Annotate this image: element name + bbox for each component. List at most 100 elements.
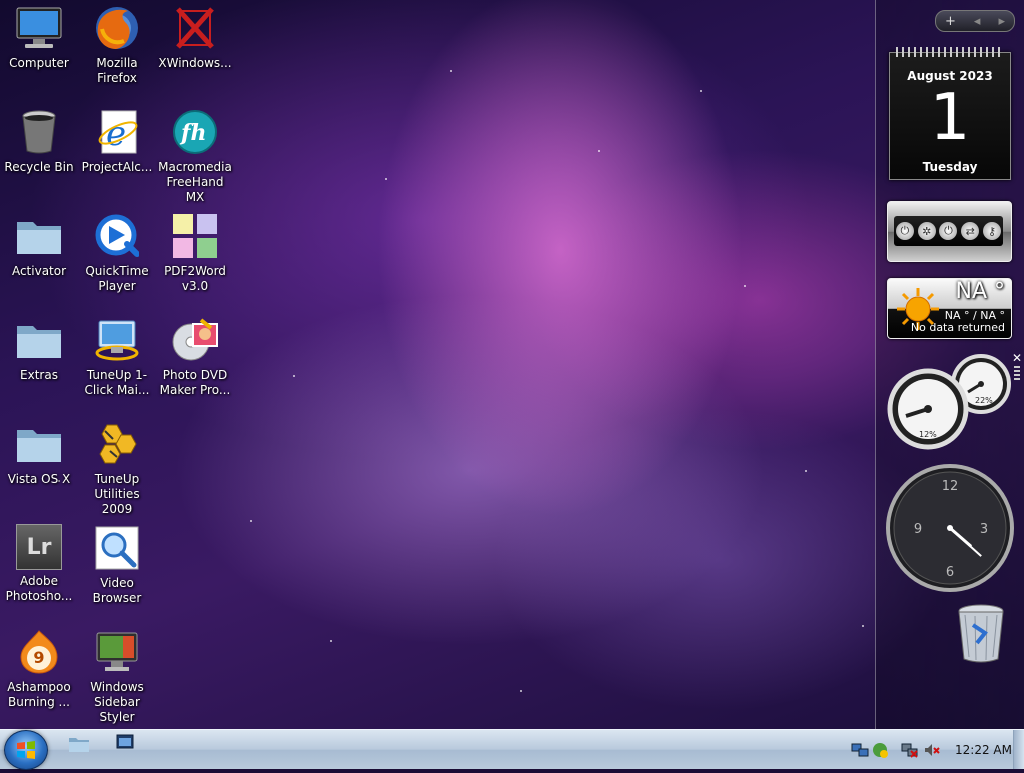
calendar-rings [896, 47, 1004, 57]
network-disconnected-icon[interactable] [901, 741, 919, 759]
weather-gadget[interactable]: NA ° NA ° / NA ° No data returned [887, 278, 1012, 339]
desktop-icon-label: Mozilla Firefox [96, 56, 138, 85]
ashampoo-icon: 9 [15, 628, 63, 676]
add-gadget-button[interactable]: + [945, 14, 956, 29]
desktop-icon-extras[interactable]: Extras [1, 316, 77, 383]
desktop-icon-label: PDF2Word v3.0 [164, 264, 226, 293]
desktop-icon-projectalc[interactable]: e ProjectAlc... [79, 108, 155, 175]
desktop-icon-label: TuneUp Utilities 2009 [94, 472, 140, 516]
computer-icon [15, 4, 63, 52]
recycle-bin-icon [958, 604, 1004, 663]
folder-icon [15, 212, 63, 260]
star [293, 375, 295, 377]
desktop-icon-adobe-photoshop[interactable]: Lr Adobe Photosho... [1, 524, 77, 604]
star [744, 285, 746, 287]
standby-icon[interactable]: ⏻ [939, 222, 958, 240]
desktop-icon-label: TuneUp 1-Click Mai... [84, 368, 150, 397]
network-icon[interactable] [851, 741, 869, 759]
folder-icon [69, 738, 89, 752]
clock-face: 12 3 6 9 [886, 464, 1014, 592]
video-browser-icon [93, 524, 141, 572]
ashampoo-glyph: 9 [33, 647, 45, 667]
desktop-icon-photo-dvd-maker[interactable]: Photo DVD Maker Pro... [157, 316, 233, 398]
desktop-icon-label: Macromedia FreeHand MX [158, 160, 232, 204]
star [450, 70, 452, 72]
previous-page-button[interactable]: ◂ [974, 14, 981, 29]
desktop-icon-tuneup-1click[interactable]: TuneUp 1-Click Mai... [79, 316, 155, 398]
windows-logo-icon [17, 741, 35, 759]
desktop[interactable]: Computer Recycle Bin Activator Extras Vi… [0, 0, 1024, 729]
desktop-icon-label: Adobe Photosho... [5, 574, 73, 603]
shutdown-button-bar: ⏻ ✲ ⏻ ⇄ ⚷ [894, 216, 1003, 246]
desktop-icon-label: Windows Sidebar Styler [90, 680, 144, 724]
desktop-icon-firefox[interactable]: Mozilla Firefox [79, 4, 155, 86]
desktop-icon-vista-os-x[interactable]: Vista OS X [1, 420, 77, 487]
desktop-icon-xwindows[interactable]: XWindows... [157, 4, 233, 71]
recycle-bin-icon [15, 108, 63, 156]
desktop-icon-pdf2word[interactable]: PDF2Word v3.0 [157, 212, 233, 294]
desktop-icon-label: XWindows... [158, 56, 232, 70]
freehand-icon: fh [171, 108, 219, 156]
svg-text:e: e [106, 114, 126, 154]
cpu-meter-dials [887, 354, 1011, 450]
desktop-icon-label: Video Browser [92, 576, 142, 605]
clock-gadget[interactable]: 12 3 6 9 [885, 463, 1015, 593]
desktop-icon-quicktime[interactable]: QuickTime Player [79, 212, 155, 294]
calendar-gadget[interactable]: August 2023 1 Tuesday [889, 47, 1011, 180]
desktop-icon-label: Recycle Bin [4, 160, 74, 174]
star [805, 470, 807, 472]
desktop-window-icon [116, 734, 134, 749]
desktop-icon-label: Computer [9, 56, 69, 70]
cpu-meter-gadget[interactable]: 22% 12% [886, 354, 1016, 454]
internet-explorer-icon: e [93, 108, 141, 156]
pdf2word-icon [171, 212, 219, 260]
desktop-icon-label: Ashampoo Burning ... [7, 680, 71, 709]
clock-numeral-3: 3 [980, 522, 988, 537]
shutdown-gadget: ⏻ ✲ ⏻ ⇄ ⚷ [887, 201, 1012, 262]
memory-usage-label: 22% [975, 396, 993, 405]
weather-temperature: NA ° [955, 279, 1006, 304]
firefox-icon [93, 4, 141, 52]
show-desktop-taskbar-button[interactable] [116, 734, 140, 758]
sidebar-styler-icon [93, 628, 141, 676]
desktop-icon-computer[interactable]: Computer [1, 4, 77, 71]
volume-muted-icon[interactable] [923, 741, 941, 759]
desktop-icon-video-browser[interactable]: Video Browser [79, 524, 155, 606]
desktop-icon-tuneup-utilities[interactable]: TuneUp Utilities 2009 [79, 420, 155, 517]
folder-icon [15, 316, 63, 364]
show-desktop-button[interactable] [1013, 730, 1024, 769]
desktop-icon-label: Vista OS X [7, 472, 71, 486]
security-shield-icon[interactable] [871, 741, 889, 759]
desktop-icon-sidebar-styler[interactable]: Windows Sidebar Styler [79, 628, 155, 725]
lock-icon[interactable]: ⚷ [983, 222, 1002, 240]
desktop-icon-label: QuickTime Player [85, 264, 149, 293]
desktop-icon-activator[interactable]: Activator [1, 212, 77, 279]
svg-text:fh: fh [179, 120, 206, 146]
folder-icon [15, 420, 63, 468]
sidebar-controls: + ◂ ▸ [935, 10, 1015, 32]
desktop-icon-label: Photo DVD Maker Pro... [159, 368, 231, 397]
star [862, 625, 864, 627]
desktop-icon-freehand[interactable]: fh Macromedia FreeHand MX [157, 108, 233, 205]
explorer-taskbar-button[interactable] [68, 734, 92, 758]
restart-icon[interactable]: ✲ [917, 222, 936, 240]
star [330, 640, 332, 642]
recycle-bin-gadget[interactable] [955, 603, 1007, 665]
power-icon[interactable]: ⏻ [895, 222, 914, 240]
desktop-icon-label: Activator [11, 264, 67, 278]
star [700, 90, 702, 92]
star [520, 690, 522, 692]
system-clock[interactable]: 12:22 AM [955, 743, 1012, 757]
lightroom-icon: Lr [16, 524, 62, 570]
calendar-day: 1 [929, 81, 971, 155]
desktop-icon-label: Extras [20, 368, 58, 382]
next-page-button[interactable]: ▸ [998, 14, 1005, 29]
clock-numeral-12: 12 [942, 479, 959, 494]
clock-numeral-6: 6 [946, 565, 954, 580]
desktop-icon-label: ProjectAlc... [81, 160, 153, 174]
desktop-icon-ashampoo[interactable]: 9 Ashampoo Burning ... [1, 628, 77, 710]
desktop-icon-recycle-bin[interactable]: Recycle Bin [1, 108, 77, 175]
switch-user-icon[interactable]: ⇄ [961, 222, 980, 240]
start-button[interactable] [4, 730, 48, 770]
clock-numeral-9: 9 [914, 522, 922, 537]
